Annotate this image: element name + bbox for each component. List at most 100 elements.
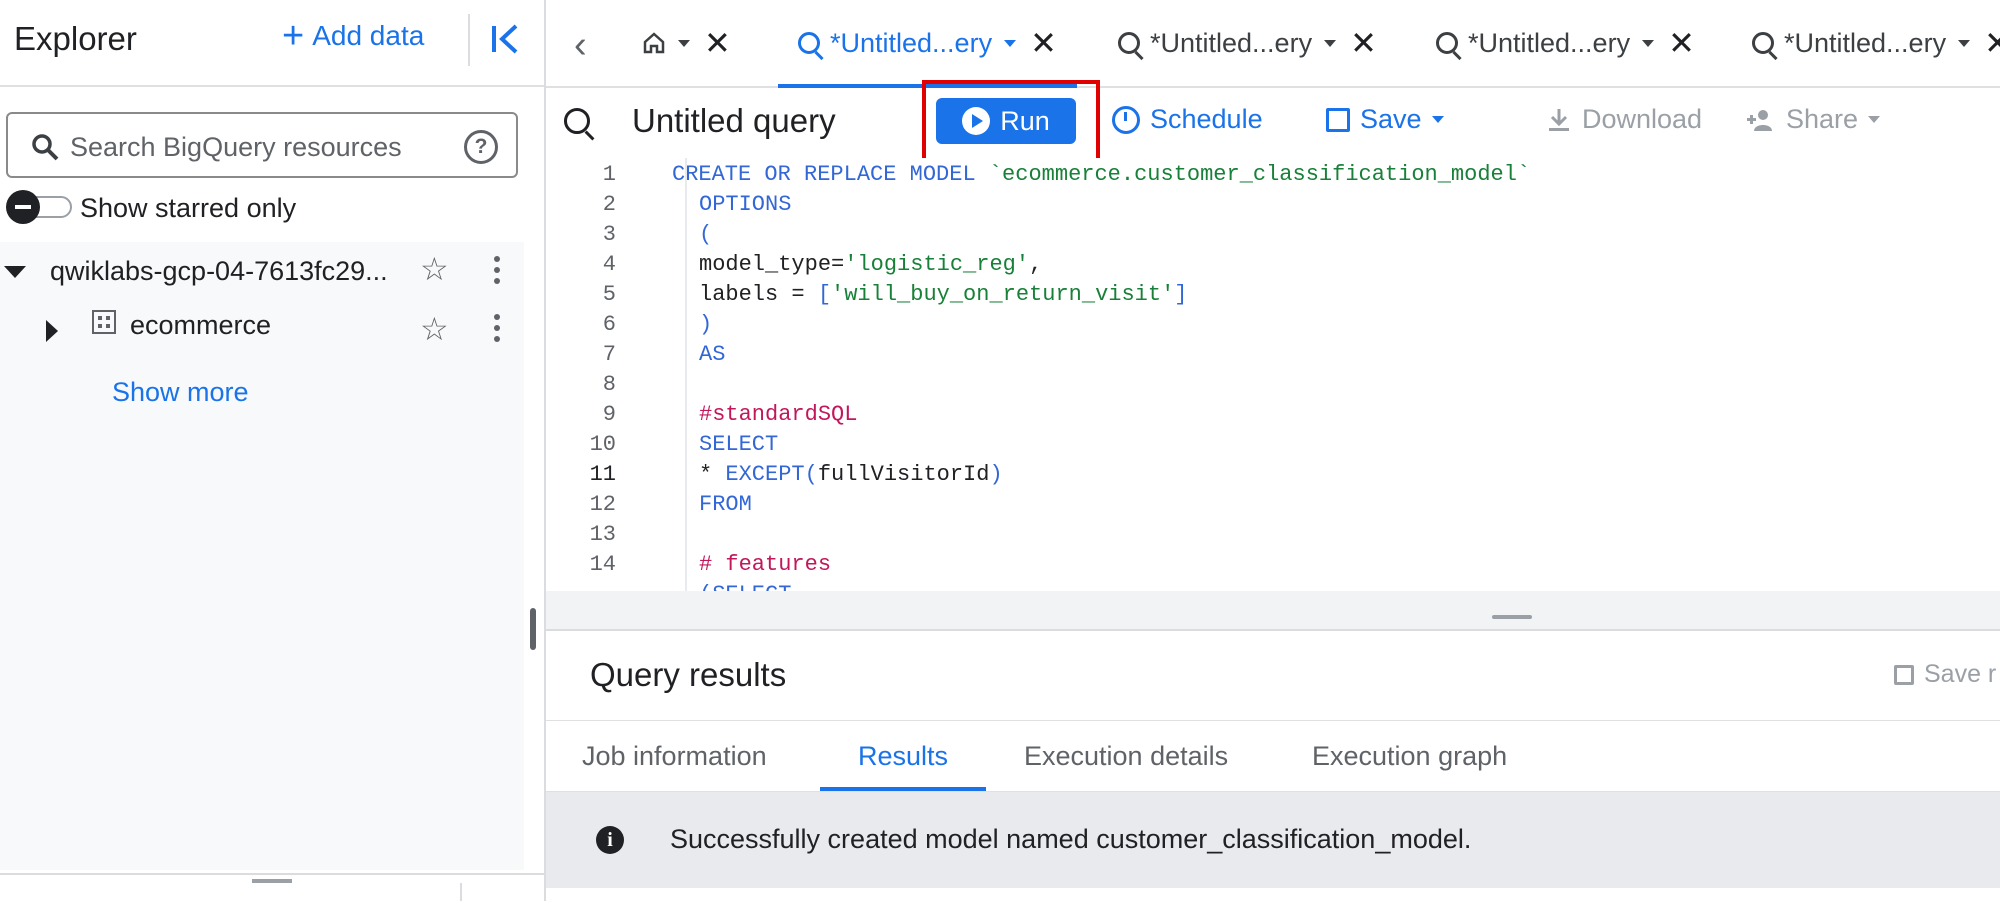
dataset-name[interactable]: ecommerce bbox=[130, 310, 271, 341]
help-icon[interactable]: ? bbox=[464, 130, 498, 164]
code-token: 'will_buy_on_return_visit' bbox=[831, 282, 1175, 307]
line-number-current: 11 bbox=[589, 462, 616, 487]
line-number: 4 bbox=[602, 252, 616, 277]
panel-resize-handle[interactable] bbox=[530, 608, 536, 650]
explorer-panel: Explorer + Add data Search BigQuery reso… bbox=[0, 0, 546, 901]
expand-caret-icon[interactable] bbox=[46, 320, 58, 342]
line-number: 12 bbox=[589, 492, 616, 517]
code-line: SELECT bbox=[699, 432, 778, 457]
line-number: 13 bbox=[589, 522, 616, 547]
code-token: #standardSQL bbox=[699, 402, 858, 427]
tab-query-1[interactable]: *Untitled...ery ✕ bbox=[778, 0, 1077, 88]
tree-row-project[interactable]: qwiklabs-gcp-04-7613fc29... ☆ bbox=[0, 244, 524, 298]
run-button[interactable]: Run bbox=[936, 98, 1076, 144]
close-icon[interactable]: ✕ bbox=[1030, 24, 1057, 62]
sql-editor[interactable]: 1 2 3 4 5 6 7 8 9 10 11 12 13 14 CREATE … bbox=[546, 158, 2000, 591]
save-results-button[interactable]: Save r bbox=[1894, 660, 1996, 689]
tab-job-information[interactable]: Job information bbox=[582, 741, 767, 772]
code-token: SELECT bbox=[699, 432, 779, 457]
tab-label: *Untitled...ery bbox=[830, 27, 993, 58]
code-line: OPTIONS bbox=[699, 192, 791, 217]
close-icon[interactable]: ✕ bbox=[1984, 24, 2000, 62]
code-token: , bbox=[1029, 252, 1043, 277]
save-button[interactable]: Save bbox=[1326, 104, 1444, 135]
tab-home[interactable]: ✕ bbox=[642, 0, 731, 86]
active-tab-indicator bbox=[820, 787, 986, 791]
chevron-down-icon[interactable] bbox=[1958, 39, 1971, 47]
tree-row-dataset[interactable]: ecommerce ☆ bbox=[0, 300, 524, 354]
schedule-button[interactable]: Schedule bbox=[1112, 104, 1263, 135]
starred-toggle[interactable] bbox=[6, 190, 72, 224]
code-token: CREATE OR REPLACE MODEL bbox=[672, 162, 976, 187]
save-icon bbox=[1326, 107, 1350, 132]
code-token: (SELECT bbox=[699, 582, 791, 591]
code-token: ] bbox=[1174, 282, 1188, 307]
bottom-resize-handle[interactable] bbox=[252, 879, 292, 883]
add-data-button[interactable]: + Add data bbox=[282, 17, 424, 55]
tab-execution-graph[interactable]: Execution graph bbox=[1312, 741, 1507, 772]
download-button[interactable]: Download bbox=[1546, 104, 1702, 135]
code-area[interactable]: 1 2 3 4 5 6 7 8 9 10 11 12 13 14 CREATE … bbox=[546, 158, 2000, 591]
bottom-divider bbox=[460, 883, 462, 901]
header-separator bbox=[0, 85, 544, 87]
code-line: ) bbox=[699, 312, 712, 337]
show-more-link[interactable]: Show more bbox=[112, 377, 249, 408]
chevron-left-icon[interactable]: ‹ bbox=[574, 24, 587, 67]
line-number: 9 bbox=[602, 402, 616, 427]
query-icon bbox=[564, 108, 590, 134]
close-icon[interactable]: ✕ bbox=[1668, 24, 1695, 62]
close-icon[interactable]: ✕ bbox=[704, 24, 731, 62]
success-message: Successfully created model named custome… bbox=[670, 824, 1472, 854]
code-token: model_type= bbox=[699, 252, 845, 277]
chevron-down-icon[interactable] bbox=[1642, 39, 1655, 47]
close-icon[interactable]: ✕ bbox=[1350, 24, 1377, 62]
clock-icon bbox=[1112, 105, 1140, 134]
save-label: Save bbox=[1360, 104, 1422, 134]
add-person-icon bbox=[1747, 109, 1772, 131]
tab-label: *Untitled...ery bbox=[1150, 27, 1313, 58]
collapse-caret-icon[interactable] bbox=[4, 266, 26, 278]
code-token: OPTIONS bbox=[699, 192, 792, 217]
result-message-banner: i Successfully created model named custo… bbox=[546, 792, 2000, 888]
more-options-icon[interactable] bbox=[494, 256, 502, 289]
query-icon bbox=[1752, 32, 1774, 54]
query-toolbar: Untitled query Run Schedule Save Downloa… bbox=[546, 80, 2000, 162]
tab-label: *Untitled...ery bbox=[1784, 27, 1947, 58]
star-icon[interactable]: ☆ bbox=[420, 250, 449, 288]
chevron-down-icon[interactable] bbox=[1004, 39, 1017, 47]
tab-results[interactable]: Results bbox=[858, 741, 948, 772]
star-icon[interactable]: ☆ bbox=[420, 310, 449, 348]
chevron-down-icon[interactable] bbox=[1324, 39, 1337, 47]
editor-results-splitter[interactable] bbox=[546, 591, 2000, 631]
code-line: # features bbox=[699, 552, 831, 577]
code-token: `ecommerce.customer_classification_model… bbox=[988, 162, 1531, 187]
results-title: Query results bbox=[590, 656, 787, 693]
more-options-icon[interactable] bbox=[494, 314, 502, 347]
tab-query-4[interactable]: *Untitled...ery ✕ bbox=[1732, 0, 2000, 86]
share-button[interactable]: Share bbox=[1746, 104, 1881, 135]
tab-query-3[interactable]: *Untitled...ery ✕ bbox=[1416, 0, 1715, 86]
code-token: ) bbox=[989, 462, 1003, 487]
chevron-down-icon[interactable] bbox=[678, 39, 690, 47]
query-icon bbox=[1118, 32, 1140, 54]
line-number: 1 bbox=[602, 162, 616, 187]
code-line: #standardSQL bbox=[699, 402, 857, 427]
search-input[interactable]: Search BigQuery resources bbox=[70, 132, 402, 163]
splitter-handle[interactable] bbox=[1492, 615, 1532, 619]
share-label: Share bbox=[1786, 104, 1859, 134]
code-token: fullVisitorId bbox=[817, 462, 990, 487]
code-token: ) bbox=[699, 312, 713, 337]
code-line: (SELECT bbox=[699, 582, 791, 591]
project-name[interactable]: qwiklabs-gcp-04-7613fc29... bbox=[50, 256, 388, 287]
tab-query-2[interactable]: *Untitled...ery ✕ bbox=[1098, 0, 1397, 86]
tab-execution-details[interactable]: Execution details bbox=[1024, 741, 1228, 772]
chevron-down-icon bbox=[1868, 116, 1881, 123]
code-token: FROM bbox=[699, 492, 752, 517]
line-number: 10 bbox=[589, 432, 616, 457]
chevron-down-icon bbox=[1431, 116, 1444, 123]
search-box[interactable]: Search BigQuery resources ? bbox=[6, 112, 518, 178]
save-results-label: Save r bbox=[1924, 660, 1997, 688]
code-token: labels = bbox=[699, 282, 818, 307]
run-label: Run bbox=[1000, 105, 1050, 136]
collapse-panel-icon[interactable] bbox=[490, 20, 522, 58]
